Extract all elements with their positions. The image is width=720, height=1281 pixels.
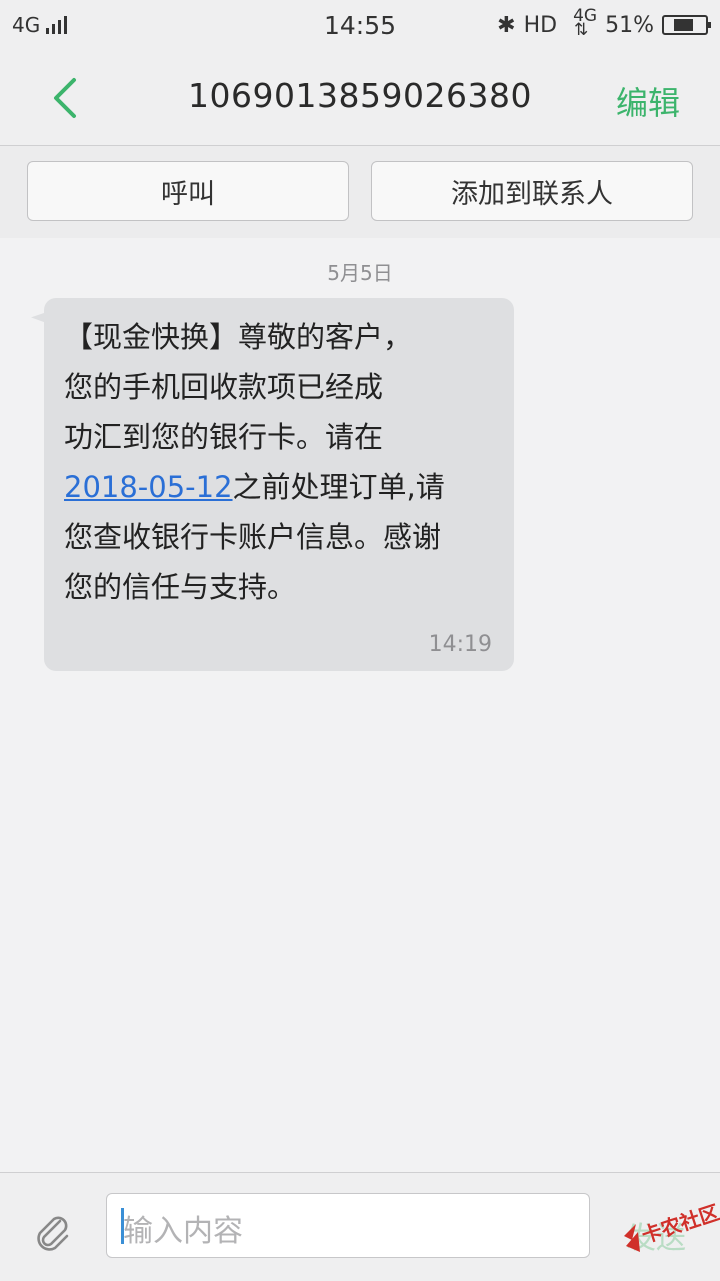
message-line: 您查收银行卡账户信息。感谢 [64, 520, 442, 554]
add-contact-button[interactable]: 添加到联系人 [371, 161, 693, 221]
hd-indicator: HD [523, 12, 558, 38]
message-line-tail: 之前处理订单,请 [232, 470, 445, 504]
conversation-header: 1069013859026380 编辑 [0, 50, 720, 146]
message-line-with-link: 2018-05-12之前处理订单,请 [64, 462, 504, 512]
battery-icon [662, 15, 711, 35]
call-button[interactable]: 呼叫 [27, 161, 349, 221]
contact-actions: 呼叫 添加到联系人 [0, 146, 720, 238]
battery-percent: 51% [605, 12, 654, 38]
net-type-label: 4G [573, 6, 598, 26]
message-text: 【现金快换】尊敬的客户， 您的手机回收款项已经成 功汇到您的银行卡。请在 201… [64, 312, 504, 612]
message-bubble[interactable]: 【现金快换】尊敬的客户， 您的手机回收款项已经成 功汇到您的银行卡。请在 201… [44, 298, 514, 671]
edit-button[interactable]: 编辑 [616, 78, 680, 124]
message-timestamp: 14:19 [428, 632, 492, 657]
message-line: 功汇到您的银行卡。请在 [64, 420, 384, 454]
status-bar: 4G 14:55 ✱ HD 4G ⇅ 51% [0, 0, 720, 50]
status-right-group: ✱ HD 4G ⇅ 51% [489, 6, 711, 40]
message-line: 您的手机回收款项已经成 [64, 370, 384, 404]
input-placeholder: 输入内容 [123, 1214, 243, 1249]
message-line: 您的信任与支持。 [64, 570, 297, 604]
date-link[interactable]: 2018-05-12 [64, 470, 233, 504]
message-input[interactable]: 输入内容 [106, 1193, 590, 1258]
message-line: 【现金快换】尊敬的客户， [64, 320, 413, 354]
message-composer: 输入内容 发送 [0, 1172, 720, 1281]
data-arrows-icon: 4G ⇅ [573, 6, 598, 40]
message-date: 5月5日 [327, 261, 393, 285]
contact-number-title: 1069013859026380 [188, 76, 532, 115]
paperclip-icon[interactable] [32, 1211, 74, 1253]
bluetooth-icon: ✱ [497, 12, 516, 38]
